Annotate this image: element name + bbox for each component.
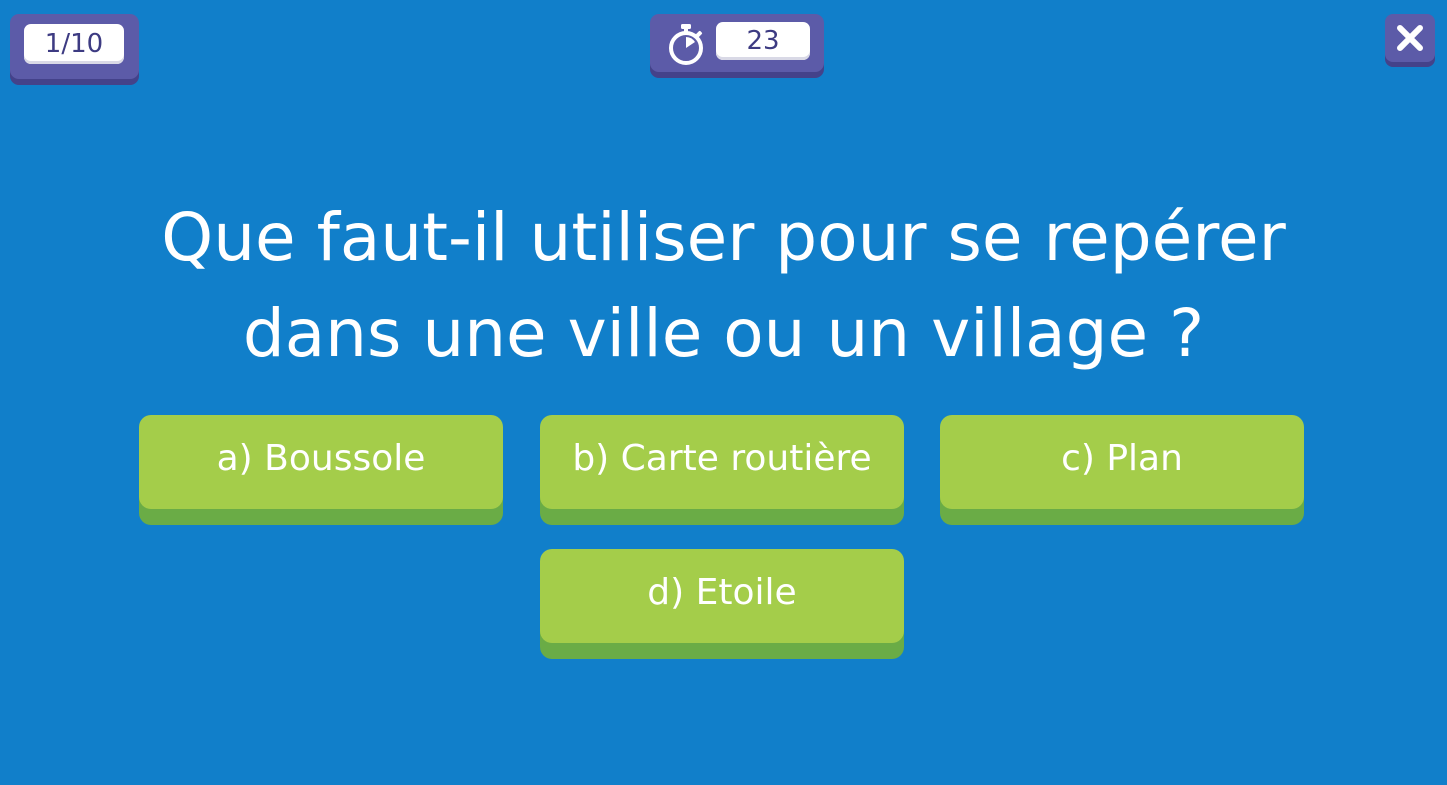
close-button[interactable] xyxy=(1385,14,1435,62)
question-counter-value: 1/10 xyxy=(24,24,124,64)
answer-button-d[interactable]: d) Etoile xyxy=(540,549,904,643)
answer-button-c[interactable]: c) Plan xyxy=(940,415,1304,509)
question-counter: 1/10 xyxy=(10,14,139,79)
timer: 23 xyxy=(650,14,824,72)
question-line-2: dans une ville ou un village ? xyxy=(242,295,1205,372)
answer-button-b[interactable]: b) Carte routière xyxy=(540,415,904,509)
answer-button-a[interactable]: a) Boussole xyxy=(139,415,503,509)
timer-value: 23 xyxy=(716,22,810,60)
stopwatch-icon xyxy=(669,24,703,65)
question-text: Que faut-il utiliser pour se repérer dan… xyxy=(60,190,1387,382)
close-icon xyxy=(1397,25,1423,51)
question-line-1: Que faut-il utiliser pour se repérer xyxy=(161,199,1286,276)
